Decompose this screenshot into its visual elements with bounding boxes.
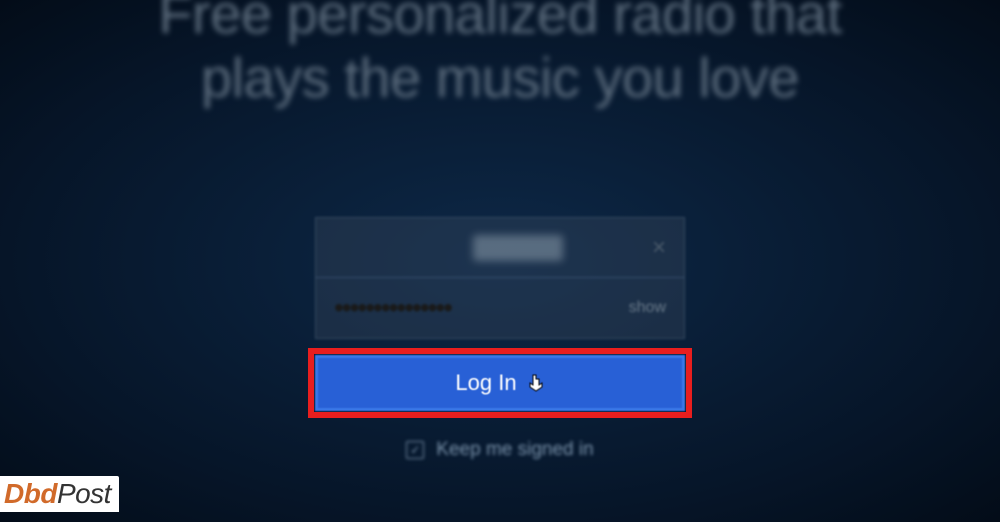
email-value-redacted (473, 235, 563, 261)
watermark-part2: Post (57, 478, 111, 510)
login-form: × ••••••••••••••• show Log In ✓ Keep me … (315, 217, 685, 461)
keep-signed-checkbox[interactable]: ✓ (406, 441, 424, 459)
email-field[interactable]: × (316, 218, 684, 278)
login-button[interactable]: Log In (315, 355, 685, 411)
show-password-link[interactable]: show (629, 299, 666, 317)
headline-line-1: Free personalized radio that (0, 0, 1000, 46)
keep-signed-label: Keep me signed in (436, 439, 593, 461)
headline-line-2: plays the music you love (0, 46, 1000, 110)
input-group: × ••••••••••••••• show (315, 217, 685, 339)
cursor-icon (527, 373, 545, 398)
login-button-label: Log In (455, 370, 516, 396)
password-field[interactable]: ••••••••••••••• show (316, 278, 684, 338)
clear-icon[interactable]: × (652, 234, 666, 262)
checkmark-icon: ✓ (410, 443, 420, 457)
watermark-part1: Dbd (4, 478, 57, 510)
login-button-wrapper: Log In (315, 355, 685, 411)
keep-signed-in[interactable]: ✓ Keep me signed in (315, 439, 685, 461)
password-masked: ••••••••••••••• (334, 294, 451, 322)
headline: Free personalized radio that plays the m… (0, 0, 1000, 111)
watermark: Dbd Post (0, 476, 119, 512)
